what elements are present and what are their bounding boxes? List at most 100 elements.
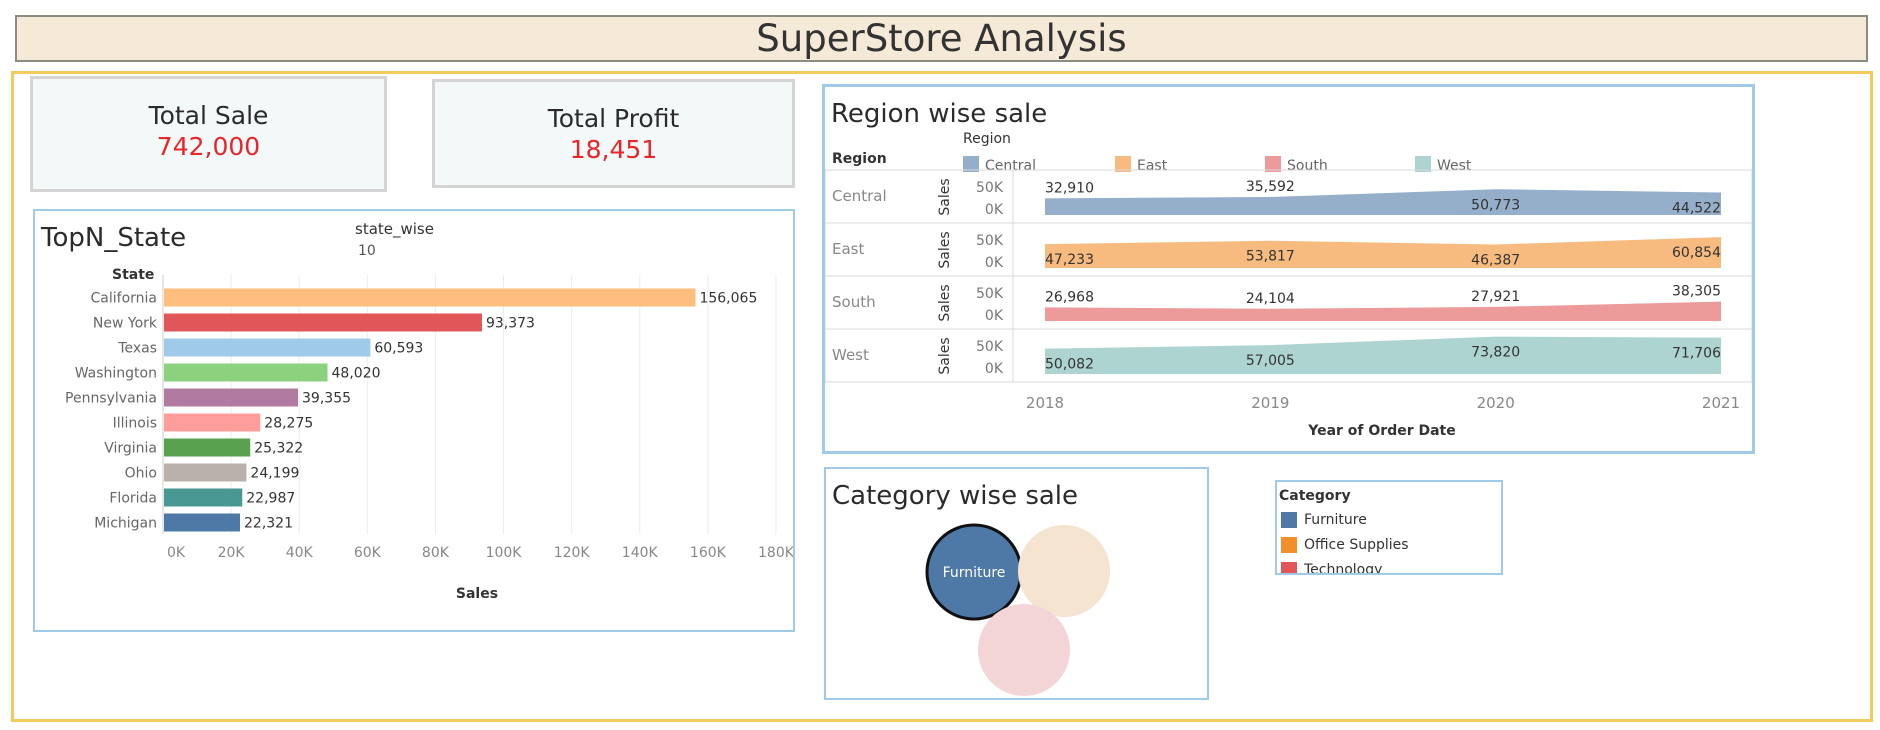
total-sale-card[interactable]: Total Sale 742,000 — [30, 76, 387, 192]
bar[interactable] — [164, 488, 243, 507]
total-profit-label: Total Profit — [547, 104, 680, 133]
x-tick-label: 2018 — [1026, 394, 1064, 412]
area-value-label: 73,820 — [1471, 345, 1520, 361]
category-label: California — [91, 291, 157, 307]
category-bubble[interactable] — [978, 604, 1070, 696]
bar-value-label: 39,355 — [302, 391, 351, 407]
bubble-label: Furniture — [943, 565, 1006, 581]
region-row-label: West — [832, 346, 869, 364]
legend-label: Technology — [1304, 562, 1383, 575]
dashboard-title: SuperStore Analysis — [756, 17, 1127, 60]
area-series[interactable] — [1045, 336, 1721, 374]
region-row-label: Central — [832, 187, 887, 205]
legend-label: Furniture — [1304, 512, 1367, 528]
area-series[interactable] — [1045, 189, 1721, 215]
x-tick-label: 140K — [622, 545, 659, 561]
x-axis-title: Year of Order Date — [1307, 423, 1456, 439]
bar-value-label: 28,275 — [264, 416, 313, 432]
bar[interactable] — [164, 313, 482, 332]
bar[interactable] — [164, 438, 251, 457]
category-label: Illinois — [113, 416, 157, 432]
legend-swatch — [1281, 562, 1297, 573]
area-value-label: 44,522 — [1672, 200, 1721, 216]
category-legend-item[interactable]: Furniture — [1281, 510, 1367, 530]
legend-label[interactable]: West — [1437, 158, 1472, 174]
legend-title: Region — [963, 131, 1011, 147]
bar-value-label: 22,321 — [244, 516, 293, 532]
y-tick-label: 0K — [985, 308, 1004, 324]
x-tick-label: 80K — [422, 545, 450, 561]
total-sale-label: Total Sale — [148, 101, 269, 130]
sales-axis-title: Sales — [937, 178, 953, 215]
legend-label: Office Supplies — [1304, 537, 1409, 553]
region-sale-chart: Region Central East South West Region Central S… — [825, 131, 1752, 439]
category-legend-title: Category — [1279, 488, 1351, 504]
y-tick-label: 0K — [985, 361, 1004, 377]
bar[interactable] — [164, 388, 299, 407]
x-tick-label: 180K — [758, 545, 793, 561]
bar[interactable] — [164, 338, 371, 357]
bar-value-label: 156,065 — [699, 291, 757, 307]
area-value-label: 24,104 — [1246, 291, 1295, 307]
area-value-label: 50,773 — [1471, 197, 1520, 213]
region-sale-panel: Region wise sale Region Central East South W… — [822, 84, 1755, 454]
bar[interactable] — [164, 288, 696, 307]
bar-value-label: 60,593 — [374, 341, 423, 357]
area-series[interactable] — [1045, 237, 1721, 268]
area-value-label: 60,854 — [1672, 245, 1721, 261]
area-value-label: 27,921 — [1471, 289, 1520, 305]
legend-label[interactable]: South — [1287, 158, 1328, 174]
y-tick-label: 50K — [976, 233, 1004, 249]
category-label: Texas — [117, 341, 157, 357]
category-label: Washington — [75, 366, 157, 382]
bar-value-label: 24,199 — [250, 466, 299, 482]
category-label: Michigan — [94, 516, 157, 532]
bar-value-label: 93,373 — [486, 316, 535, 332]
row-header: Region — [832, 151, 887, 167]
x-tick-label: 2019 — [1251, 394, 1289, 412]
y-tick-label: 0K — [985, 255, 1004, 271]
area-value-label: 50,082 — [1045, 357, 1094, 373]
legend-label[interactable]: Central — [985, 158, 1036, 174]
area-value-label: 26,968 — [1045, 289, 1094, 305]
area-value-label: 38,305 — [1672, 284, 1721, 300]
bar[interactable] — [164, 513, 241, 532]
legend-label[interactable]: East — [1137, 158, 1168, 174]
x-tick-label: 120K — [554, 545, 591, 561]
area-value-label: 53,817 — [1246, 249, 1295, 265]
category-legend-item[interactable]: Office Supplies — [1281, 535, 1409, 555]
x-tick-label: 20K — [218, 545, 246, 561]
sales-axis-title: Sales — [937, 337, 953, 374]
legend-swatch — [1281, 537, 1297, 553]
area-value-label: 71,706 — [1672, 346, 1721, 362]
bar-value-label: 48,020 — [332, 366, 381, 382]
bar-value-label: 25,322 — [254, 441, 303, 457]
category-legend: Category Furniture Office Supplies Technol… — [1275, 480, 1503, 575]
area-value-label: 57,005 — [1246, 353, 1295, 369]
x-tick-label: 60K — [354, 545, 382, 561]
x-tick-label: 2020 — [1477, 394, 1515, 412]
total-profit-card[interactable]: Total Profit 18,451 — [432, 79, 795, 188]
category-label: Ohio — [125, 466, 157, 482]
total-sale-value: 742,000 — [156, 132, 261, 161]
category-legend-item[interactable]: Technology — [1281, 560, 1383, 575]
area-value-label: 35,592 — [1246, 179, 1295, 195]
category-label: Pennsylvania — [65, 391, 157, 407]
sales-axis-title: Sales — [937, 231, 953, 268]
category-label: Florida — [109, 491, 157, 507]
y-tick-label: 50K — [976, 339, 1004, 355]
bar[interactable] — [164, 413, 261, 432]
y-tick-label: 0K — [985, 202, 1004, 218]
total-profit-value: 18,451 — [569, 135, 658, 164]
x-tick-label: 100K — [486, 545, 523, 561]
category-label: Virginia — [104, 441, 157, 457]
category-bubble[interactable] — [1018, 525, 1110, 617]
bar[interactable] — [164, 363, 328, 382]
bar[interactable] — [164, 463, 247, 482]
region-row-label: South — [832, 293, 876, 311]
x-tick-label: 40K — [286, 545, 314, 561]
area-series[interactable] — [1045, 301, 1721, 321]
category-label: New York — [93, 316, 158, 332]
area-value-label: 46,387 — [1471, 252, 1520, 268]
category-bubble-chart: Furniture — [925, 523, 1110, 696]
